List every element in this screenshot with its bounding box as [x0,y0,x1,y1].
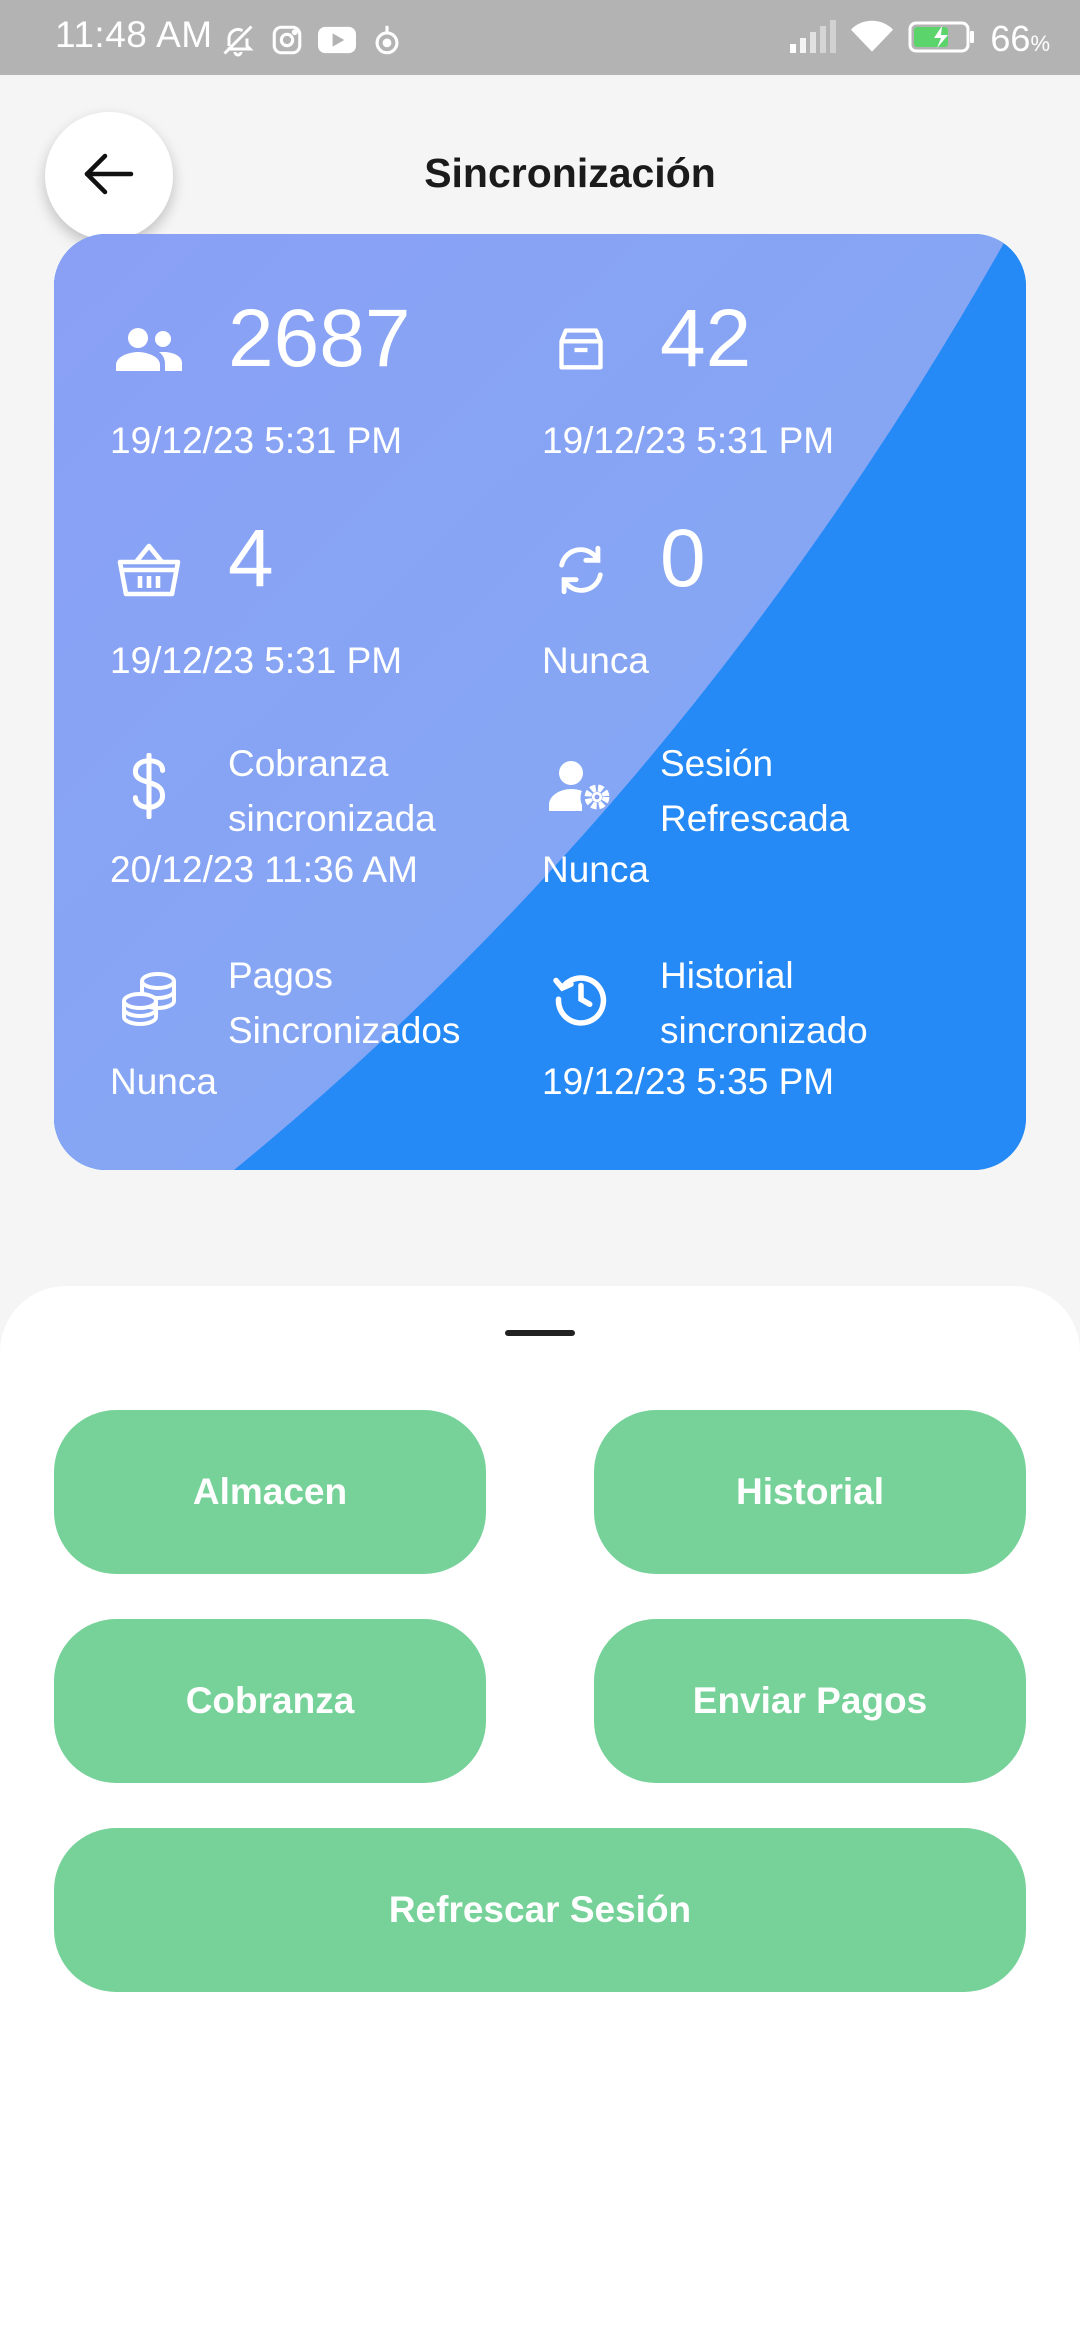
bell-muted-icon [220,21,256,64]
battery-percent: 66% [990,18,1050,59]
stat-history-date: 19/12/23 5:35 PM [542,1061,835,1102]
stat-session-label: Sesión Refrescada [660,743,850,839]
stat-history-label: Historial sincronizado [660,955,868,1051]
actions-bottom-sheet: Almacen Historial Cobranza Enviar Pagos … [0,1286,1080,2340]
status-time: 11:48 AM [55,14,213,55]
sync-stats-card: 2687 19/12/23 5:31 PM 42 19/12/23 5:31 P… [54,234,1026,1170]
coins-icon [109,958,189,1038]
location-icon [370,22,404,63]
stat-orders-value: 4 [228,513,274,604]
stat-cobranza-date: 20/12/23 11:36 AM [110,849,418,890]
refrescar-sesion-button[interactable]: Refrescar Sesión [54,1828,1026,1992]
almacen-button[interactable]: Almacen [54,1410,486,1574]
page-title: Sincronización [424,150,716,196]
signal-icon [788,19,837,59]
box-icon [541,310,621,390]
enviar-pagos-button[interactable]: Enviar Pagos [594,1619,1026,1783]
stat-payments-date: Nunca [110,1061,217,1102]
user-gear-icon [541,746,621,826]
stat-clients-value: 2687 [228,293,411,384]
stat-clients-date: 19/12/23 5:31 PM [110,420,403,461]
stat-products-date: 19/12/23 5:31 PM [542,420,835,461]
sync-icon [541,530,621,610]
wifi-icon [850,20,894,59]
status-bar: 11:48 AM 66% [0,0,1080,75]
stat-orders-date: 19/12/23 5:31 PM [110,640,403,681]
system-icons: 66% [788,18,1050,60]
stat-payments-label: Pagos Sincronizados [228,955,461,1051]
stat-session-date: Nunca [542,849,649,890]
youtube-icon [318,25,356,60]
stat-pending-date: Nunca [542,640,649,681]
people-icon [109,310,189,390]
notification-icons [220,22,404,62]
stat-products-value: 42 [660,293,752,384]
basket-icon [109,530,189,610]
sheet-drag-handle[interactable] [505,1330,575,1336]
dollar-icon [109,746,189,826]
stat-pending-value: 0 [660,513,706,604]
instagram-icon [270,23,304,62]
cobranza-button[interactable]: Cobranza [54,1619,486,1783]
battery-charging-icon [908,20,976,59]
history-icon [541,958,621,1038]
stat-cobranza-label: Cobranza sincronizada [228,743,436,839]
historial-button[interactable]: Historial [594,1410,1026,1574]
